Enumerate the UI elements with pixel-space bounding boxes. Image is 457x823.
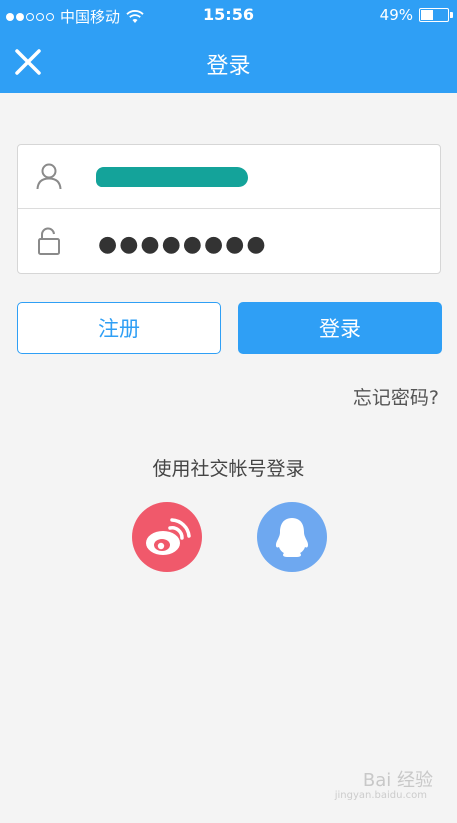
page-title: 登录 <box>206 54 251 79</box>
qq-icon <box>275 518 309 557</box>
status-bar: 中国移动 15:56 49% <box>0 0 457 30</box>
weibo-login-button[interactable] <box>132 502 202 572</box>
redacted-username <box>96 167 248 187</box>
login-button[interactable]: 登录 <box>238 302 442 354</box>
username-row <box>18 145 440 209</box>
social-login-title: 使用社交帐号登录 <box>152 458 305 480</box>
watermark-logo: Bai 经验 <box>362 770 433 791</box>
forgot-password-link[interactable]: 忘记密码? <box>353 383 439 410</box>
battery-percent: 49% <box>379 6 413 24</box>
qq-login-button[interactable] <box>257 502 327 572</box>
password-input[interactable]: ●●●●●●●● <box>98 232 268 257</box>
register-button[interactable]: 注册 <box>17 302 221 354</box>
battery-level-fill <box>421 10 433 20</box>
status-right: 49% <box>379 6 453 24</box>
password-row: ●●●●●●●● <box>18 210 440 274</box>
unlock-icon <box>38 227 60 255</box>
weibo-icon <box>146 518 191 555</box>
user-icon <box>36 163 62 190</box>
nav-bar: 登录 <box>0 30 457 93</box>
login-form: ●●●●●●●● <box>17 144 441 274</box>
watermark-url: jingyan.baidu.com <box>334 790 427 801</box>
battery-icon <box>419 8 453 22</box>
